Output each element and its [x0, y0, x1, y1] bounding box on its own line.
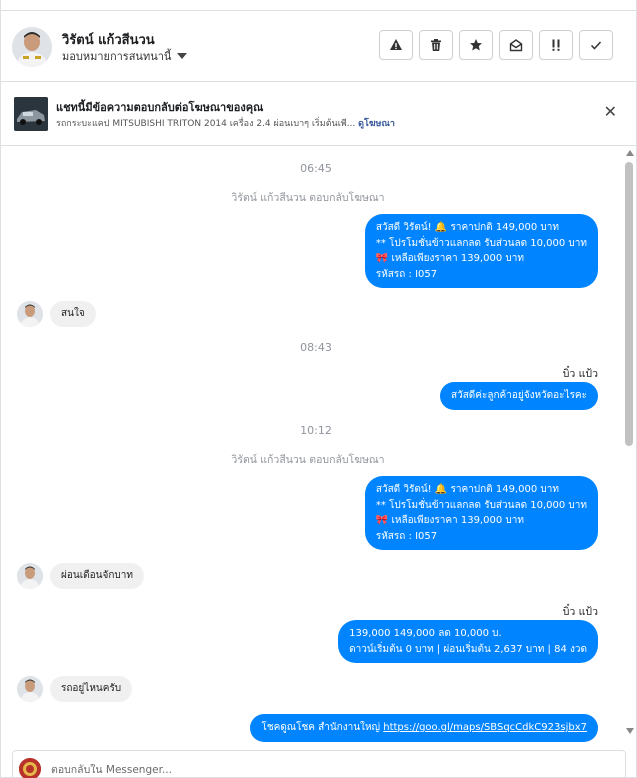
message-line: 🎀 เหลือเพียงราคา 139,000 บาท: [375, 515, 524, 526]
outgoing-message: 139,000 149,000 ลด 10,000 บ. ดาวน์เริ่มต…: [338, 620, 598, 663]
ad-reply-banner: แชทนี้มีข้อความตอบกลับต่อโฆษณาของคุณ รถก…: [0, 82, 637, 146]
ad-description: รถกระบะแคป MITSUBISHI TRITON 2014 เครื่อ…: [56, 119, 356, 129]
star-icon: [470, 39, 482, 51]
outgoing-message: สวัสดีค่ะลูกค้าอยู่จังหวัดอะไรคะ: [439, 382, 598, 410]
caret-down-icon: [177, 53, 188, 59]
warning-icon: [390, 39, 402, 50]
incoming-message: สนใจ: [50, 301, 96, 327]
conversation-header: วิรัตน์ แก้วสีนวน มอบหมายการสนทนานี้: [0, 10, 637, 82]
message-line: 🎀 เหลือเพียงราคา 139,000 บาท: [375, 253, 524, 264]
timestamp: 06:45: [300, 162, 332, 175]
view-ad-link[interactable]: ดูโฆษณา: [358, 119, 395, 129]
scroll-up-arrow-icon[interactable]: [626, 150, 634, 156]
conversation-toolbar: [379, 30, 613, 60]
message-list: 06:45 วิรัตน์ แก้วสีนวน ตอบกลับโฆษณา สวั…: [0, 146, 622, 744]
message-line: รหัสรถ : I057: [375, 268, 438, 280]
sender-name: บิ๋ว แป้ว: [562, 606, 598, 618]
system-message: วิรัตน์ แก้วสีนวน ตอบกลับโฆษณา: [231, 192, 385, 204]
delete-button[interactable]: [419, 30, 453, 60]
timestamp: 10:12: [300, 424, 332, 437]
message-line: ** โปรโมชั่นข้าวแลกลด รับส่วนลด 10,000 บ…: [375, 237, 587, 249]
assign-label: มอบหมายการสนทนานี้: [62, 50, 172, 63]
message-line: ดาวน์เริ่มต้น 0 บาท | ผ่อนเริ่มต้น 2,637…: [349, 643, 587, 655]
avatar[interactable]: [17, 676, 43, 702]
trash-icon: [431, 39, 441, 51]
assign-conversation-dropdown[interactable]: มอบหมายการสนทนานี้: [62, 47, 188, 65]
reply-input[interactable]: [51, 764, 591, 776]
checkmark-icon: [590, 41, 602, 50]
avatar[interactable]: [17, 301, 43, 327]
incoming-message: รถอยู่ไหนครับ: [50, 676, 133, 702]
page-avatar: [19, 758, 41, 778]
exclamation-icon: [552, 39, 560, 51]
message-line: โชคดูณโชค สำนักงานใหญ่ https://goo.gl/ma…: [261, 720, 587, 736]
message-line: สวัสดีค่ะลูกค้าอยู่จังหวัดอะไรคะ: [450, 390, 587, 401]
message-line: สวัสดี วิรัตน์! 🔔 ราคาปกติ 149,000 บาท: [375, 484, 559, 495]
message-text: โชคดูณโชค สำนักงานใหญ่: [261, 722, 384, 733]
mark-unread-button[interactable]: [499, 30, 533, 60]
report-spam-button[interactable]: [379, 30, 413, 60]
outgoing-message: โชคดูณโชค สำนักงานใหญ่ https://goo.gl/ma…: [250, 714, 598, 742]
ad-banner-subtitle: รถกระบะแคป MITSUBISHI TRITON 2014 เครื่อ…: [56, 116, 395, 130]
message-line: 139,000 149,000 ลด 10,000 บ.: [349, 628, 502, 639]
timestamp: 08:43: [300, 341, 332, 354]
mark-done-button[interactable]: [579, 30, 613, 60]
scroll-down-arrow-icon[interactable]: [626, 728, 634, 734]
reply-composer: [12, 750, 626, 778]
maps-link[interactable]: https://goo.gl/maps/SBSqcCdkC923sjbx7: [383, 722, 587, 733]
outgoing-message: สวัสดี วิรัตน์! 🔔 ราคาปกติ 149,000 บาท *…: [364, 214, 598, 288]
star-button[interactable]: [459, 30, 493, 60]
envelope-open-icon: [509, 39, 523, 52]
sender-name: บิ๋ว แป้ว: [562, 368, 598, 380]
ad-thumbnail[interactable]: [14, 97, 48, 131]
incoming-message: ผ่อนเดือนจักบาท: [50, 563, 144, 589]
close-icon[interactable]: ✕: [604, 102, 617, 121]
outgoing-message: สวัสดี วิรัตน์! 🔔 ราคาปกติ 149,000 บาท *…: [364, 476, 598, 550]
ad-banner-title: แชทนี้มีข้อความตอบกลับต่อโฆษณาของคุณ: [56, 101, 264, 114]
message-line: รหัสรถ : I057: [375, 530, 438, 542]
scroll-thumb[interactable]: [625, 162, 633, 446]
message-line: ** โปรโมชั่นข้าวแลกลด รับส่วนลด 10,000 บ…: [375, 499, 587, 511]
follow-up-button[interactable]: [539, 30, 573, 60]
system-message: วิรัตน์ แก้วสีนวน ตอบกลับโฆษณา: [231, 454, 385, 466]
avatar[interactable]: [12, 27, 52, 67]
avatar[interactable]: [17, 563, 43, 589]
message-line: สวัสดี วิรัตน์! 🔔 ราคาปกติ 149,000 บาท: [375, 222, 559, 233]
message-scrollbar[interactable]: [624, 150, 634, 740]
